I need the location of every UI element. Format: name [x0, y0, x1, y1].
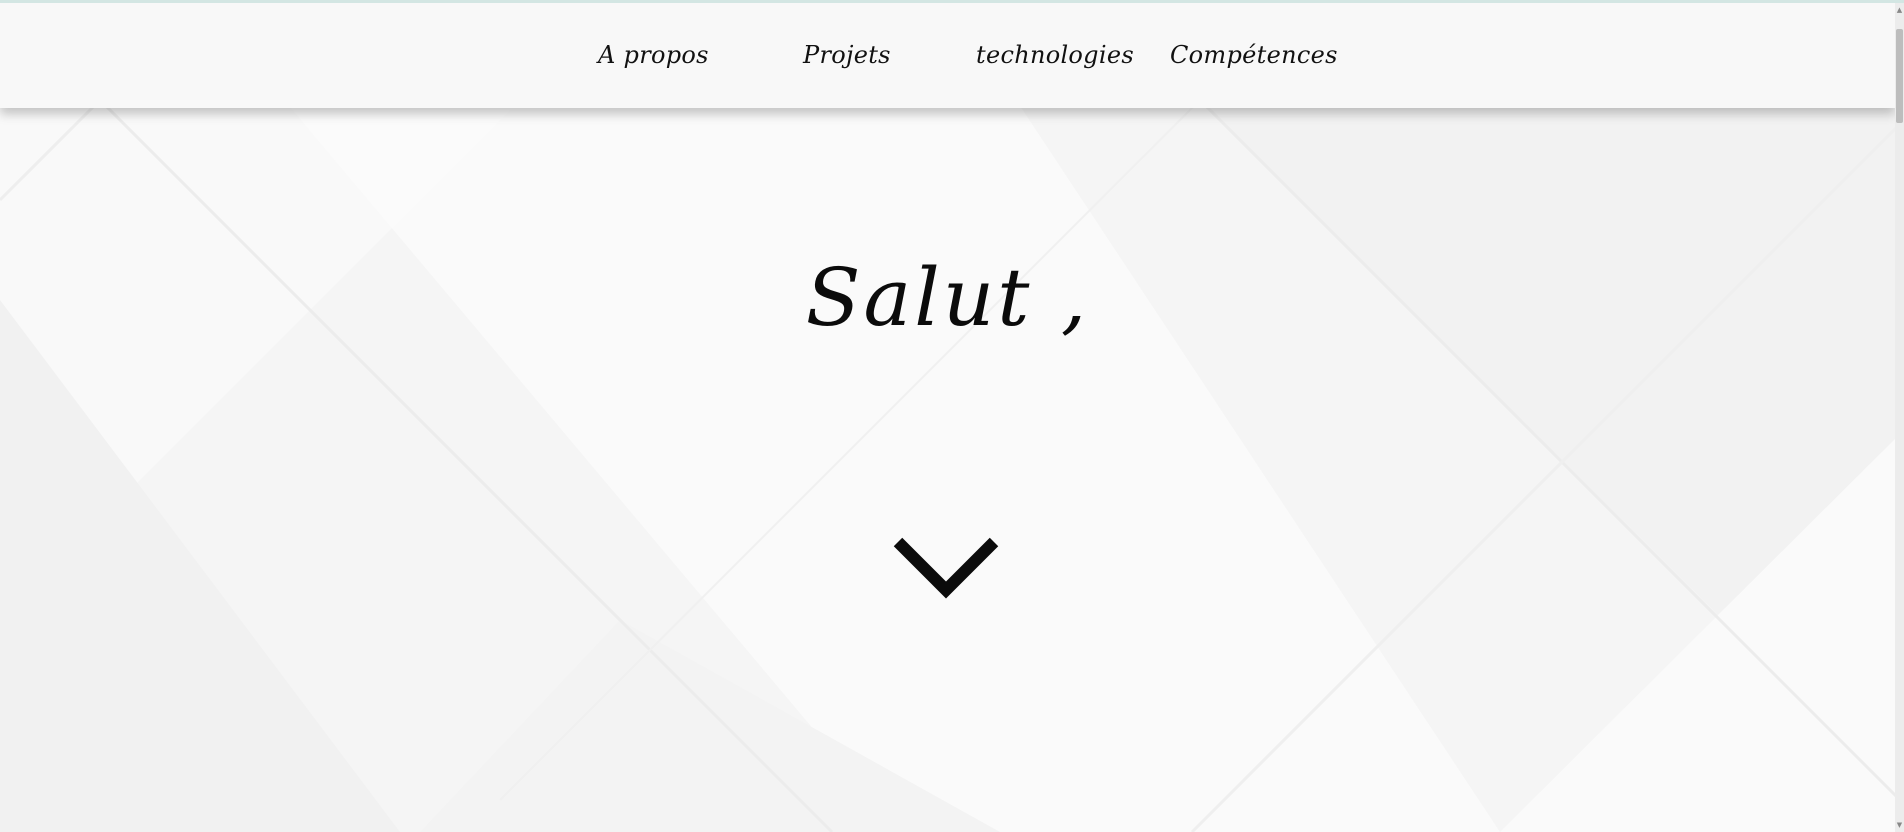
- arrow-down-icon[interactable]: ▼: [1896, 820, 1903, 830]
- page: A propos Projets technologies Compétence…: [0, 0, 1904, 832]
- nav-link-a-propos[interactable]: A propos: [598, 41, 709, 69]
- top-border: [0, 0, 1904, 3]
- top-navbar: A propos Projets technologies Compétence…: [0, 3, 1895, 108]
- hero-title: Salut ,: [805, 251, 1090, 344]
- nav-link-projets[interactable]: Projets: [803, 41, 891, 69]
- background-pattern: [0, 0, 1904, 832]
- scrollbar-thumb[interactable]: [1896, 29, 1903, 123]
- chevron-down-icon[interactable]: [890, 530, 1002, 602]
- arrow-up-icon[interactable]: ▲: [1896, 5, 1903, 15]
- nav-link-competences[interactable]: Compétences: [1170, 41, 1338, 69]
- scrollbar[interactable]: ▲ ▼: [1895, 3, 1904, 832]
- nav-link-technologies[interactable]: technologies: [976, 41, 1134, 69]
